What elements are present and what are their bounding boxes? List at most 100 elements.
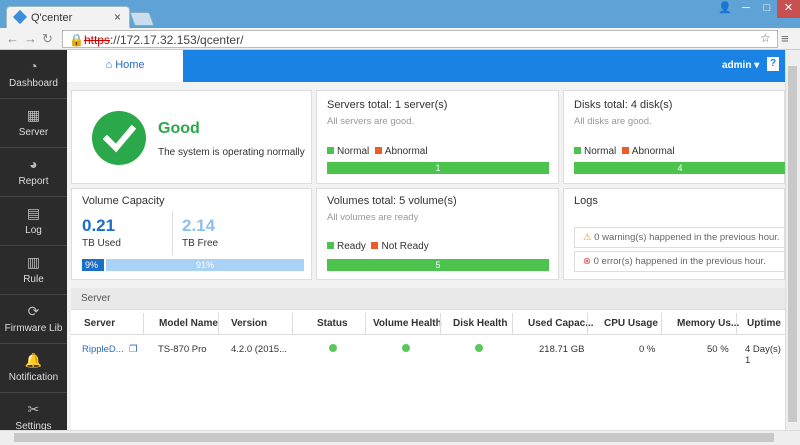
col-memory-usage[interactable]: Memory Us...	[677, 318, 739, 329]
sidebar: ◔ Dashboard ▦ Server ◕ Report ▤ Log ▥ Rule ⟳ F…	[0, 50, 67, 432]
server-uptime: 4 Day(s) 1	[745, 344, 781, 366]
rule-icon: ▥	[26, 254, 41, 270]
col-uptime[interactable]: Uptime	[747, 318, 781, 329]
server-icon: ▦	[26, 107, 41, 123]
capacity-bar: 9% 91%	[82, 259, 304, 271]
col-divider	[292, 313, 293, 335]
sidebar-item-log[interactable]: ▤ Log	[0, 197, 67, 246]
log-errors-text: 0 error(s) happened in the previous hour…	[593, 256, 766, 267]
maximize-button[interactable]: □	[757, 0, 777, 18]
col-used-capacity[interactable]: Used Capac...	[528, 318, 594, 329]
url-path: ://172.17.32.153/qcenter/	[109, 33, 244, 47]
col-divider	[661, 313, 662, 335]
minimize-button[interactable]: ─	[736, 0, 756, 18]
status-title: Good	[158, 120, 200, 137]
log-warnings-row[interactable]: ⚠ 0 warning(s) happened in the previous …	[574, 227, 786, 248]
qcenter-logo-icon	[12, 9, 28, 25]
tab-close-icon[interactable]: ×	[114, 10, 121, 24]
log-warnings-text: 0 warning(s) happened in the previous ho…	[594, 232, 780, 243]
sidebar-item-dashboard[interactable]: ◔ Dashboard	[0, 50, 67, 99]
user-menu[interactable]: admin ▾	[722, 60, 759, 71]
chevron-down-icon: ▾	[754, 60, 760, 71]
url-scheme: https	[83, 33, 110, 47]
col-cpu-usage[interactable]: CPU Usage	[604, 318, 658, 329]
browser-tab[interactable]: Q'center ×	[6, 6, 130, 28]
volumes-legend: Ready Not Ready	[327, 241, 429, 252]
sidebar-item-label: Notification	[8, 372, 59, 383]
normal-swatch-icon	[327, 147, 334, 154]
warning-icon: ⚠	[583, 232, 592, 243]
col-divider	[365, 313, 366, 335]
back-icon[interactable]: ←	[6, 31, 19, 46]
col-divider	[512, 313, 513, 335]
col-model-name[interactable]: Model Name	[159, 318, 218, 329]
browser-toolbar: ← → ↻ 🔒https://172.17.32.153/qcenter/ ☆ …	[0, 28, 800, 50]
address-bar[interactable]: 🔒https://172.17.32.153/qcenter/	[62, 30, 778, 48]
volumes-status-bar: 5	[327, 259, 549, 271]
not-ready-swatch-icon	[371, 242, 379, 249]
servers-legend: Normal Abnormal	[327, 146, 428, 157]
disks-title: Disks total: 4 disk(s)	[574, 99, 673, 111]
sidebar-item-server[interactable]: ▦ Server	[0, 99, 67, 148]
col-divider	[143, 313, 144, 335]
col-version[interactable]: Version	[231, 318, 267, 329]
abnormal-swatch-icon	[621, 147, 629, 154]
help-button[interactable]: ?	[767, 57, 779, 71]
open-window-icon[interactable]: ❐	[129, 344, 138, 355]
legend-not-ready: Not Ready	[381, 241, 429, 252]
table-header-divider	[71, 334, 785, 335]
user-profile-icon[interactable]: 👤	[716, 0, 734, 18]
dashboard-icon: ◔	[29, 58, 38, 74]
volumes-subtitle: All volumes are ready	[327, 212, 419, 223]
tab-home[interactable]: ⌂ Home	[67, 50, 183, 82]
sidebar-item-notification[interactable]: 🔔 Notification	[0, 344, 67, 393]
col-status[interactable]: Status	[317, 318, 348, 329]
vertical-scroll-thumb[interactable]	[788, 66, 797, 422]
dashboard-content: Good The system is operating normally Se…	[67, 82, 786, 430]
bookmark-star-icon[interactable]: ☆	[760, 31, 771, 45]
capacity-free-fill: 91%	[104, 259, 304, 271]
home-icon: ⌂	[105, 59, 113, 71]
col-divider	[587, 313, 588, 335]
volumes-summary-card[interactable]: Volumes total: 5 volume(s) All volumes a…	[316, 188, 559, 280]
reload-icon[interactable]: ↻	[42, 31, 53, 47]
capacity-free-value: 2.14	[182, 216, 216, 235]
col-disk-health[interactable]: Disk Health	[453, 318, 507, 329]
capacity-used-label: TB Used	[82, 238, 121, 249]
capacity-used-fill: 9%	[82, 259, 104, 271]
close-window-button[interactable]: ✕	[777, 0, 800, 18]
disks-summary-card[interactable]: Disks total: 4 disk(s) All disks are goo…	[563, 90, 786, 184]
log-errors-row[interactable]: ⊗ 0 error(s) happened in the previous ho…	[574, 251, 786, 272]
sidebar-item-label: Report	[18, 176, 49, 187]
server-used-capacity: 218.71 GB	[539, 344, 585, 355]
server-section-header: Server	[71, 288, 785, 310]
col-volume-health[interactable]: Volume Health	[373, 318, 442, 329]
disks-legend: Normal Abnormal	[574, 146, 675, 157]
sidebar-item-label: Server	[18, 127, 49, 138]
server-version: 4.2.0 (2015...	[231, 344, 287, 355]
sidebar-item-rule[interactable]: ▥ Rule	[0, 246, 67, 295]
sidebar-item-report[interactable]: ◕ Report	[0, 148, 67, 197]
sidebar-item-label: Log	[25, 225, 42, 236]
logs-card: Logs ⚠ 0 warning(s) happened in the prev…	[563, 188, 786, 280]
settings-icon: ✂	[27, 401, 40, 417]
col-server[interactable]: Server	[84, 318, 115, 329]
servers-summary-card[interactable]: Servers total: 1 server(s) All servers a…	[316, 90, 559, 184]
sidebar-item-firmware-lib[interactable]: ⟳ Firmware Lib	[0, 295, 67, 344]
volume-capacity-card: Volume Capacity 0.21 TB Used 2.14 TB Fre…	[71, 188, 312, 280]
legend-ready: Ready	[337, 241, 366, 252]
browser-menu-icon[interactable]: ≡	[781, 31, 789, 46]
server-name-link[interactable]: RippleD...	[82, 344, 124, 355]
notification-icon: 🔔	[24, 352, 43, 368]
forward-icon[interactable]: →	[24, 31, 37, 46]
log-icon: ▤	[26, 205, 41, 221]
normal-swatch-icon	[574, 147, 581, 154]
legend-abnormal: Abnormal	[384, 146, 428, 157]
servers-subtitle: All servers are good.	[327, 116, 415, 127]
check-circle-icon	[92, 111, 146, 165]
legend-normal: Normal	[584, 146, 617, 157]
horizontal-scroll-thumb[interactable]	[14, 433, 774, 442]
sidebar-item-label: Firmware Lib	[4, 323, 63, 334]
abnormal-swatch-icon	[374, 147, 382, 154]
server-cpu-usage: 0 %	[639, 344, 656, 355]
